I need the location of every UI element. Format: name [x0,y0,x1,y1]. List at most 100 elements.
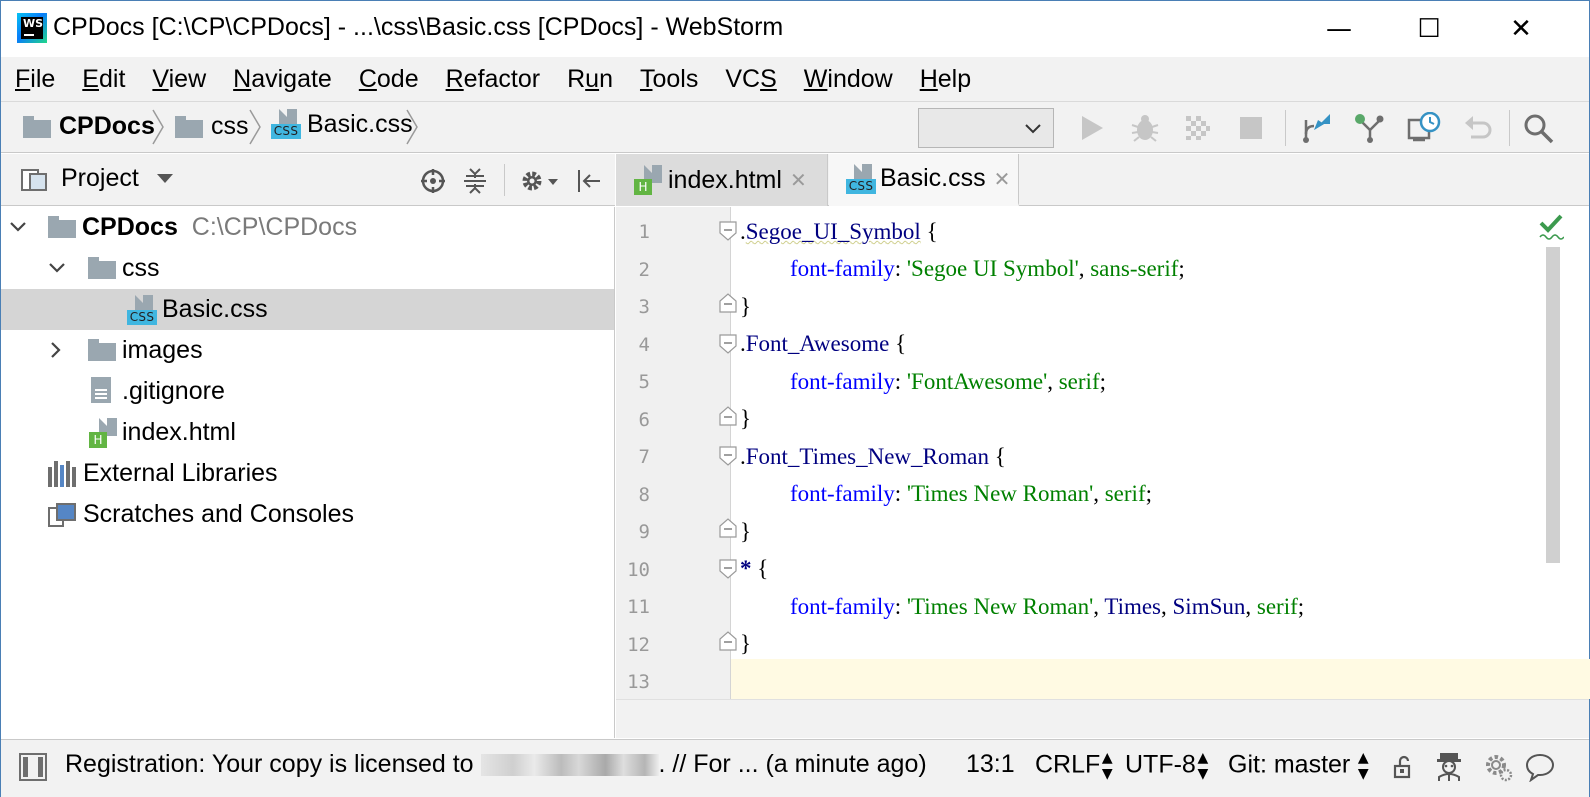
run-with-coverage-button[interactable] [1181,112,1215,144]
text-file-icon [91,377,113,405]
git-branch-selector[interactable]: Git: master ▲▼ [1228,750,1371,782]
tab-basic-css[interactable]: CSS Basic.css ✕ [829,154,1019,206]
vcs-update-button[interactable] [1299,112,1333,144]
chevron-right-icon[interactable] [49,341,63,359]
vcs-history-button[interactable] [1407,112,1441,144]
hector-icon [1437,753,1461,781]
toolbar-separator [1285,110,1286,146]
breadcrumb-separator-icon [249,109,261,145]
breadcrumb-project[interactable]: CPDocs [23,112,155,141]
basic-css-label: Basic.css [162,295,268,323]
fold-close-icon[interactable] [719,631,737,651]
menu-run[interactable]: Run [567,65,613,94]
vcs-commit-button[interactable] [1353,112,1387,144]
caret-position[interactable]: 13:1 [966,750,1015,779]
fold-open-icon[interactable] [719,334,737,354]
tree-item-basic-css[interactable]: CSS Basic.css [1,289,614,330]
css-selector: * [740,556,752,581]
search-everywhere-button[interactable] [1521,112,1555,144]
webstorm-logo-icon: WS [17,13,47,43]
encoding-label: UTF-8 [1125,750,1196,779]
code-editor[interactable]: 1 2 3 4 5 6 7 8 9 10 11 12 13 .Segoe_UI_… [616,207,1590,738]
root-folder-path: C:\CP\CPDocs [191,213,358,241]
breadcrumb-folder[interactable]: css [175,112,249,141]
fold-close-icon[interactable] [719,406,737,426]
search-icon [1524,114,1554,144]
close-button[interactable]: ✕ [1491,9,1551,49]
code-line-10: * { [740,556,769,581]
fold-close-icon[interactable] [719,518,737,538]
fold-open-icon[interactable] [719,221,737,241]
run-button[interactable] [1075,112,1109,144]
unlock-icon [1393,755,1411,779]
stop-button[interactable] [1234,112,1268,144]
menu-navigate[interactable]: Navigate [233,65,332,94]
menu-code[interactable]: Code [359,65,419,94]
revert-button[interactable] [1461,112,1495,144]
editor-scrollbar-thumb[interactable] [1546,247,1560,563]
menu-tools[interactable]: Tools [640,65,698,94]
code-line-2: font-family: 'Segoe UI Symbol', sans-ser… [790,256,1185,281]
inspector-button[interactable] [1433,750,1465,784]
inspection-ok-icon[interactable] [1538,213,1564,241]
line-number: 1 [638,221,650,243]
tab-index-html[interactable]: H index.html ✕ [616,154,828,206]
app-icon-text: WS [23,17,44,30]
settings-button[interactable] [518,166,562,196]
encoding-selector[interactable]: UTF-8▲▼ [1125,750,1211,782]
fold-open-icon[interactable] [719,446,737,466]
tree-item-images[interactable]: images [1,330,614,371]
tree-item-css[interactable]: css [1,248,614,289]
locate-file-button[interactable] [417,166,449,196]
tool-windows-icon [19,753,47,781]
line-number: 8 [638,484,650,506]
close-tab-icon[interactable]: ✕ [994,167,1011,191]
menu-vcs[interactable]: VCS [725,65,776,94]
fold-close-icon[interactable] [719,293,737,313]
run-configuration-select[interactable] [918,108,1054,148]
minimize-button[interactable]: — [1309,9,1369,49]
speech-bubble-icon [1525,753,1555,782]
line-number: 13 [627,671,650,693]
collapse-all-button[interactable] [459,166,491,196]
project-view-selector[interactable]: Project [61,164,139,193]
fold-open-icon[interactable] [719,559,737,579]
status-bar: Registration: Your copy is licensed to .… [1,739,1589,797]
tree-item-external-libraries[interactable]: External Libraries [1,453,614,494]
line-separator-selector[interactable]: CRLF▲▼ [1035,750,1115,782]
css-selector: Segoe_UI_Symbol [745,219,921,244]
close-tab-icon[interactable]: ✕ [790,168,807,192]
hide-panel-button[interactable] [573,166,605,196]
vcs-update-icon [1303,114,1330,143]
code-line-1: .Segoe_UI_Symbol { [740,219,938,244]
menu-edit[interactable]: Edit [82,65,125,94]
background-tasks-button[interactable] [1482,750,1514,784]
gitignore-label: .gitignore [122,377,225,405]
index-html-label: index.html [122,418,236,446]
menu-help[interactable]: Help [920,65,971,94]
editor-tabs: H index.html ✕ CSS Basic.css ✕ [616,154,1589,206]
maximize-button[interactable]: ☐ [1399,9,1459,49]
status-message[interactable]: Registration: Your copy is licensed to .… [65,750,927,779]
css-folder-label: css [122,254,160,282]
debug-button[interactable] [1128,112,1162,144]
dropdown-arrow-icon[interactable] [157,174,173,183]
code-line-11: font-family: 'Times New Roman', Times, S… [790,594,1305,619]
menu-window[interactable]: Window [804,65,893,94]
tree-item-index-html[interactable]: H index.html [1,412,614,453]
tree-item-scratches[interactable]: Scratches and Consoles [1,494,614,535]
menu-file[interactable]: File [15,65,55,94]
tree-item-root[interactable]: CPDocs C:\CP\CPDocs [1,207,614,248]
event-log-button[interactable] [1524,750,1556,784]
tree-item-gitignore[interactable]: .gitignore [1,371,614,412]
menu-refactor[interactable]: Refactor [446,65,541,94]
css-keyword: serif [1256,594,1298,619]
read-only-toggle[interactable] [1387,750,1419,784]
css-property: font-family [790,481,895,506]
breadcrumb-file[interactable]: CSS Basic.css [271,109,413,139]
chevron-down-icon[interactable] [48,261,66,275]
chevron-down-icon[interactable] [9,220,27,234]
toggle-tool-windows-button[interactable] [17,750,49,784]
menu-view[interactable]: View [152,65,206,94]
header-separator [504,164,505,196]
